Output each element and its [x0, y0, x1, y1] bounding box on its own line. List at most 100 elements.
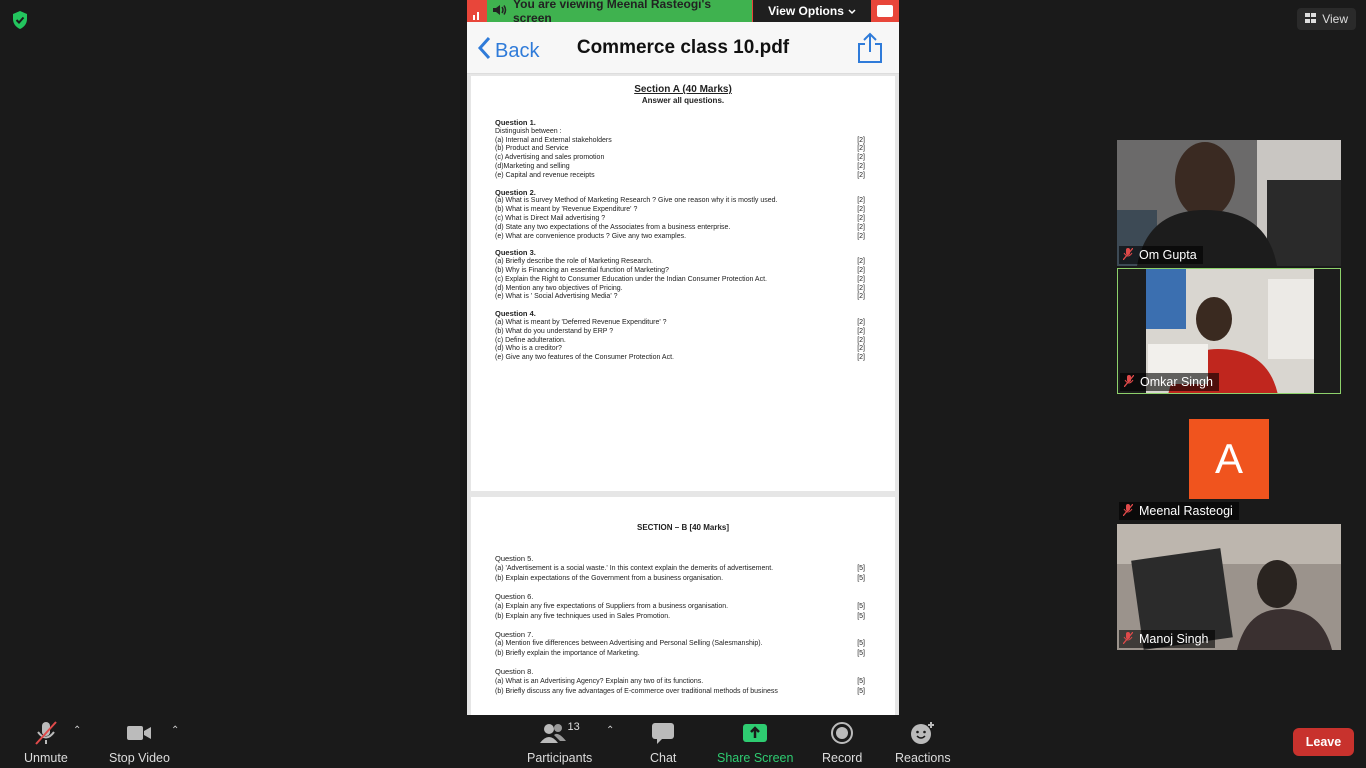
question-text: (b) Why is Financing an essential functi… [495, 266, 669, 274]
participant-name-tag: Om Gupta [1119, 246, 1203, 264]
question-line: (c) Define adulteration. [2] [495, 337, 865, 346]
question-marks: [2] [857, 336, 865, 344]
view-options-button[interactable]: View Options [753, 0, 871, 22]
screen-share-banner: You are viewing Meenal Rasteogi's screen… [467, 0, 899, 25]
question-marks: [2] [857, 275, 865, 283]
question-marks: [2] [857, 206, 865, 214]
question-line: (b) Explain any five techniques used in … [495, 612, 865, 622]
question-heading: Question 1. [495, 118, 536, 127]
question-line: (a) What is an Advertising Agency? Expla… [495, 677, 865, 687]
question-text: (a) What is an Advertising Agency? Expla… [495, 678, 704, 686]
question-line: (a) 'Advertisement is a social waste.' I… [495, 564, 865, 574]
question-line: (d) Who is a creditor? [2] [495, 345, 865, 354]
question-marks: [5] [857, 574, 865, 582]
meeting-toolbar: Unmute ⌃ Stop Video ⌃ 13 Participants ⌃ … [0, 715, 1366, 768]
stop-video-label: Stop Video [109, 751, 170, 765]
video-options-caret-icon[interactable]: ⌃ [171, 725, 179, 736]
share-screen-icon [742, 721, 768, 748]
question-line: (b) Briefly explain the importance of Ma… [495, 649, 865, 659]
chat-button[interactable]: Chat [650, 721, 676, 765]
question-block: Question 3. (a) Briefly describe the role… [495, 249, 865, 302]
question-marks: [5] [857, 688, 865, 696]
grid-icon [1305, 12, 1317, 26]
question-line: (a) What is Survey Method of Marketing R… [495, 197, 865, 206]
participant-name-tag: Manoj Singh [1119, 630, 1215, 648]
signal-icon [473, 7, 483, 20]
question-heading: Question 2. [495, 187, 536, 197]
reactions-button[interactable]: Reactions [895, 721, 951, 765]
participants-options-caret-icon[interactable]: ⌃ [606, 725, 614, 736]
stop-video-button[interactable]: Stop Video [109, 721, 170, 765]
question-text: (a) Internal and External stakeholders [495, 136, 612, 144]
question-marks: [2] [857, 171, 865, 179]
section-b-questions: Question 5. (a) 'Advertisement is a socia… [495, 554, 865, 706]
question-marks: [2] [857, 232, 865, 240]
video-tile-om-gupta[interactable]: Om Gupta [1117, 140, 1341, 266]
question-text: (a) Mention five differences between Adv… [495, 640, 763, 648]
view-button[interactable]: View [1297, 8, 1356, 30]
question-text: (b) What do you understand by ERP ? [495, 327, 614, 335]
share-icon[interactable] [857, 32, 883, 64]
question-text: (a) Explain any five expectations of Sup… [495, 602, 729, 610]
chevron-down-icon [848, 4, 856, 18]
question-text: (b) Briefly explain the importance of Ma… [495, 650, 640, 658]
unmute-button[interactable]: Unmute [24, 721, 68, 765]
question-block: Question 8. (a) What is an Advertising Ag… [495, 668, 865, 697]
question-text: (d) Mention any two objectives of Pricin… [495, 284, 623, 292]
reactions-label: Reactions [895, 751, 951, 765]
pdf-header: Back Commerce class 10.pdf [467, 22, 899, 74]
question-text: (a) Briefly describe the role of Marketi… [495, 258, 653, 266]
question-line: (c) Explain the Right to Consumer Educat… [495, 276, 865, 285]
question-marks: [5] [857, 612, 865, 620]
question-line: (d) Mention any two objectives of Pricin… [495, 285, 865, 294]
question-line: (b) What do you understand by ERP ? [2] [495, 328, 865, 337]
question-marks: [5] [857, 640, 865, 648]
question-text: (b) Explain any five techniques used in … [495, 612, 671, 620]
record-label: Record [822, 751, 863, 765]
participant-name-tag: Meenal Rasteogi [1119, 502, 1239, 520]
question-marks: [5] [857, 602, 865, 610]
question-line: (a) What is meant by 'Deferred Revenue E… [495, 319, 865, 328]
question-block: Question 2. (a) What is Survey Method of … [495, 187, 865, 242]
pdf-page-1: Section A (40 Marks) Answer all question… [471, 76, 895, 491]
shared-screen: Back Commerce class 10.pdf Section A (40… [467, 22, 899, 715]
audio-options-caret-icon[interactable]: ⌃ [73, 725, 81, 736]
question-marks: [2] [857, 284, 865, 292]
video-tile-meenal-rasteogi[interactable]: A Meenal Rasteogi [1117, 396, 1341, 522]
question-block: Question 7. (a) Mention five differences … [495, 629, 865, 660]
question-text: (c) Define adulteration. [495, 336, 566, 344]
question-marks: [5] [857, 678, 865, 686]
question-marks: [2] [857, 162, 865, 170]
question-line: (c) What is Direct Mail advertising ? [2] [495, 215, 865, 224]
question-block: Question 1. Distinguish between : (a) Inte… [495, 118, 865, 181]
video-tile-omkar-singh[interactable]: Omkar Singh [1117, 268, 1341, 394]
section-a-questions: Question 1. Distinguish between : (a) Inte… [495, 118, 865, 371]
record-button[interactable]: Record [822, 721, 862, 765]
question-text: (e) Give any two features of the Consume… [495, 354, 674, 362]
question-block: Question 6. (a) Explain any five expectat… [495, 592, 865, 622]
chat-bubble-icon [651, 721, 675, 748]
question-marks: [2] [857, 293, 865, 301]
participant-name: Omkar Singh [1140, 375, 1213, 389]
question-text: (a) What is Survey Method of Marketing R… [495, 197, 778, 205]
participants-button[interactable]: 13 Participants [527, 721, 592, 765]
question-line: (a) Explain any five expectations of Sup… [495, 602, 865, 612]
question-block: Question 4. (a) What is meant by 'Deferre… [495, 309, 865, 363]
question-text: (a) What is meant by 'Deferred Revenue E… [495, 318, 667, 326]
question-heading: Question 7. [495, 629, 534, 639]
leave-button[interactable]: Leave [1293, 728, 1354, 756]
question-text: (d) Who is a creditor? [495, 345, 562, 353]
view-label: View [1322, 12, 1348, 26]
chat-label: Chat [650, 751, 677, 765]
record-icon [830, 721, 854, 748]
question-text: (e) What are convenience products ? Give… [495, 232, 687, 240]
question-line: (e) Give any two features of the Consume… [495, 354, 865, 363]
muted-mic-icon [1122, 631, 1134, 647]
question-block: Question 5. (a) 'Advertisement is a socia… [495, 554, 865, 584]
participant-name: Manoj Singh [1139, 632, 1209, 646]
security-shield-icon[interactable] [10, 10, 30, 30]
share-screen-button[interactable]: Share Screen [717, 721, 793, 765]
unmute-label: Unmute [24, 751, 68, 765]
video-tile-manoj-singh[interactable]: Manoj Singh [1117, 524, 1341, 650]
question-line: (b) Explain expectations of the Governme… [495, 574, 865, 584]
